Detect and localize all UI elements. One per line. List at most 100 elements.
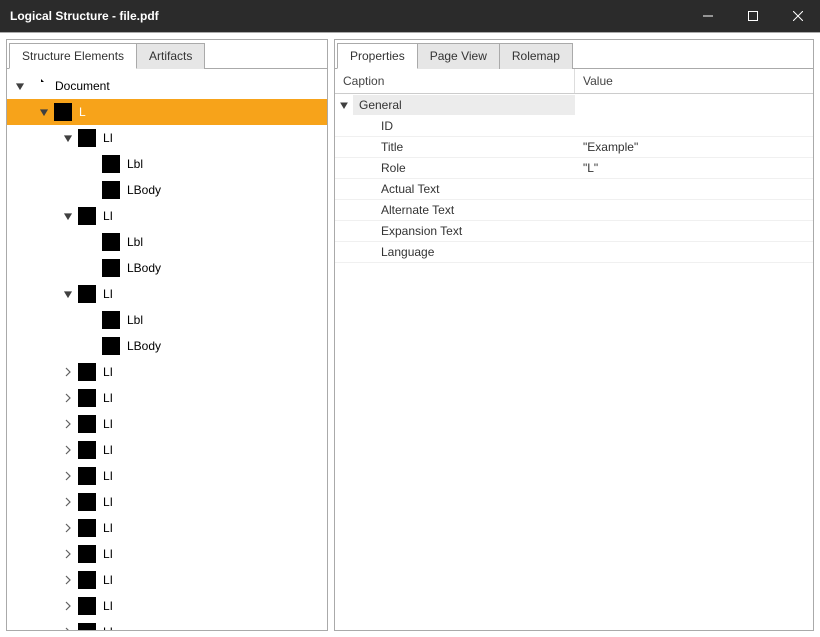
properties-tabs: PropertiesPage View Rolemap <box>335 40 813 69</box>
tag-icon <box>77 284 97 304</box>
tree-node-label: LBody <box>127 339 327 353</box>
property-row[interactable]: Alternate Text <box>335 200 813 221</box>
property-row[interactable]: Role"L" <box>335 158 813 179</box>
tree-node[interactable]: LBody <box>7 177 327 203</box>
tab-rolemap[interactable]: Rolemap <box>499 43 573 69</box>
tree-node[interactable]: Lbl <box>7 229 327 255</box>
tag-icon <box>101 154 121 174</box>
property-value[interactable]: "L" <box>575 159 813 177</box>
tag-icon <box>101 258 121 278</box>
property-caption: Actual Text <box>335 180 575 198</box>
properties-body: General ID Title"Example"Role"L"Actual Tex… <box>335 94 813 630</box>
chevron-right-icon[interactable] <box>61 469 75 483</box>
tree-node[interactable]: LBody <box>7 255 327 281</box>
chevron-right-icon[interactable] <box>61 573 75 587</box>
minimize-button[interactable] <box>685 0 730 32</box>
close-button[interactable] <box>775 0 820 32</box>
tree-node[interactable]: LI <box>7 125 327 151</box>
expander-spacer <box>85 339 99 353</box>
tag-icon <box>77 622 97 630</box>
property-row[interactable]: Actual Text <box>335 179 813 200</box>
tab-artifacts[interactable]: Artifacts <box>136 43 205 69</box>
tab-label: Rolemap <box>512 49 560 63</box>
properties-header-value[interactable]: Value <box>575 69 813 93</box>
tag-icon <box>101 310 121 330</box>
property-value[interactable] <box>575 124 813 128</box>
tree-node-label: LI <box>103 573 327 587</box>
property-row[interactable]: Language <box>335 242 813 263</box>
tree-node[interactable]: LI <box>7 437 327 463</box>
tree-node-label: LBody <box>127 183 327 197</box>
tree-node[interactable]: LBody <box>7 333 327 359</box>
property-value[interactable]: "Example" <box>575 138 813 156</box>
tag-icon <box>101 336 121 356</box>
chevron-down-icon[interactable] <box>13 79 27 93</box>
tree-node[interactable]: Lbl <box>7 151 327 177</box>
chevron-right-icon[interactable] <box>61 443 75 457</box>
chevron-right-icon[interactable] <box>61 417 75 431</box>
tag-icon <box>53 102 73 122</box>
tree-node[interactable]: LI <box>7 359 327 385</box>
tree-node[interactable]: LI <box>7 411 327 437</box>
tag-icon <box>77 570 97 590</box>
expander-spacer <box>85 261 99 275</box>
tab-label: Artifacts <box>149 49 192 63</box>
property-value[interactable] <box>575 250 813 254</box>
property-value[interactable] <box>575 229 813 233</box>
tree-node-label: LI <box>103 599 327 613</box>
tree-node[interactable]: LI <box>7 489 327 515</box>
tree-node[interactable]: LI <box>7 619 327 630</box>
chevron-right-icon[interactable] <box>61 495 75 509</box>
tab-page-view[interactable]: Page View <box>417 43 500 69</box>
chevron-down-icon[interactable] <box>61 131 75 145</box>
tree-node[interactable]: Document <box>7 73 327 99</box>
structure-panel: Structure ElementsArtifacts DocumentLLIL… <box>6 39 328 631</box>
property-value[interactable] <box>575 208 813 212</box>
tree-node-label: L <box>79 105 327 119</box>
tree-node[interactable]: Lbl <box>7 307 327 333</box>
tab-properties[interactable]: Properties <box>337 43 418 69</box>
chevron-right-icon[interactable] <box>61 625 75 630</box>
structure-tree[interactable]: DocumentLLILblLBodyLILblLBodyLILblLBodyL… <box>7 69 327 630</box>
chevron-down-icon[interactable] <box>37 105 51 119</box>
expander-spacer <box>85 183 99 197</box>
tab-structure-elements[interactable]: Structure Elements <box>9 43 137 69</box>
tree-node[interactable]: LI <box>7 541 327 567</box>
tree-node[interactable]: L <box>7 99 327 125</box>
tag-icon <box>77 492 97 512</box>
tree-node[interactable]: LI <box>7 567 327 593</box>
property-group-label: General <box>353 95 575 115</box>
maximize-button[interactable] <box>730 0 775 32</box>
tree-node[interactable]: LI <box>7 463 327 489</box>
chevron-down-icon[interactable] <box>61 287 75 301</box>
property-row[interactable]: ID <box>335 116 813 137</box>
tree-node[interactable]: LI <box>7 593 327 619</box>
property-caption: Expansion Text <box>335 222 575 240</box>
property-row[interactable]: Expansion Text <box>335 221 813 242</box>
tree-node-label: LI <box>103 209 327 223</box>
property-caption: ID <box>335 117 575 135</box>
chevron-right-icon[interactable] <box>61 365 75 379</box>
chevron-right-icon[interactable] <box>61 521 75 535</box>
tree-node[interactable]: LI <box>7 515 327 541</box>
tree-node[interactable]: LI <box>7 385 327 411</box>
property-group[interactable]: General <box>335 94 813 116</box>
tree-node[interactable]: LI <box>7 281 327 307</box>
document-icon <box>29 76 49 96</box>
tag-icon <box>77 362 97 382</box>
tree-node-label: LI <box>103 131 327 145</box>
tag-icon <box>77 518 97 538</box>
chevron-down-icon[interactable] <box>61 209 75 223</box>
tree-node[interactable]: LI <box>7 203 327 229</box>
chevron-down-icon[interactable] <box>335 100 353 110</box>
properties-header-caption[interactable]: Caption <box>335 69 575 93</box>
chevron-right-icon[interactable] <box>61 599 75 613</box>
property-row[interactable]: Title"Example" <box>335 137 813 158</box>
property-value[interactable] <box>575 187 813 191</box>
tree-node-label: LI <box>103 547 327 561</box>
tree-node-label: LI <box>103 443 327 457</box>
tree-node-label: Lbl <box>127 157 327 171</box>
chevron-right-icon[interactable] <box>61 547 75 561</box>
tag-icon <box>77 466 97 486</box>
chevron-right-icon[interactable] <box>61 391 75 405</box>
